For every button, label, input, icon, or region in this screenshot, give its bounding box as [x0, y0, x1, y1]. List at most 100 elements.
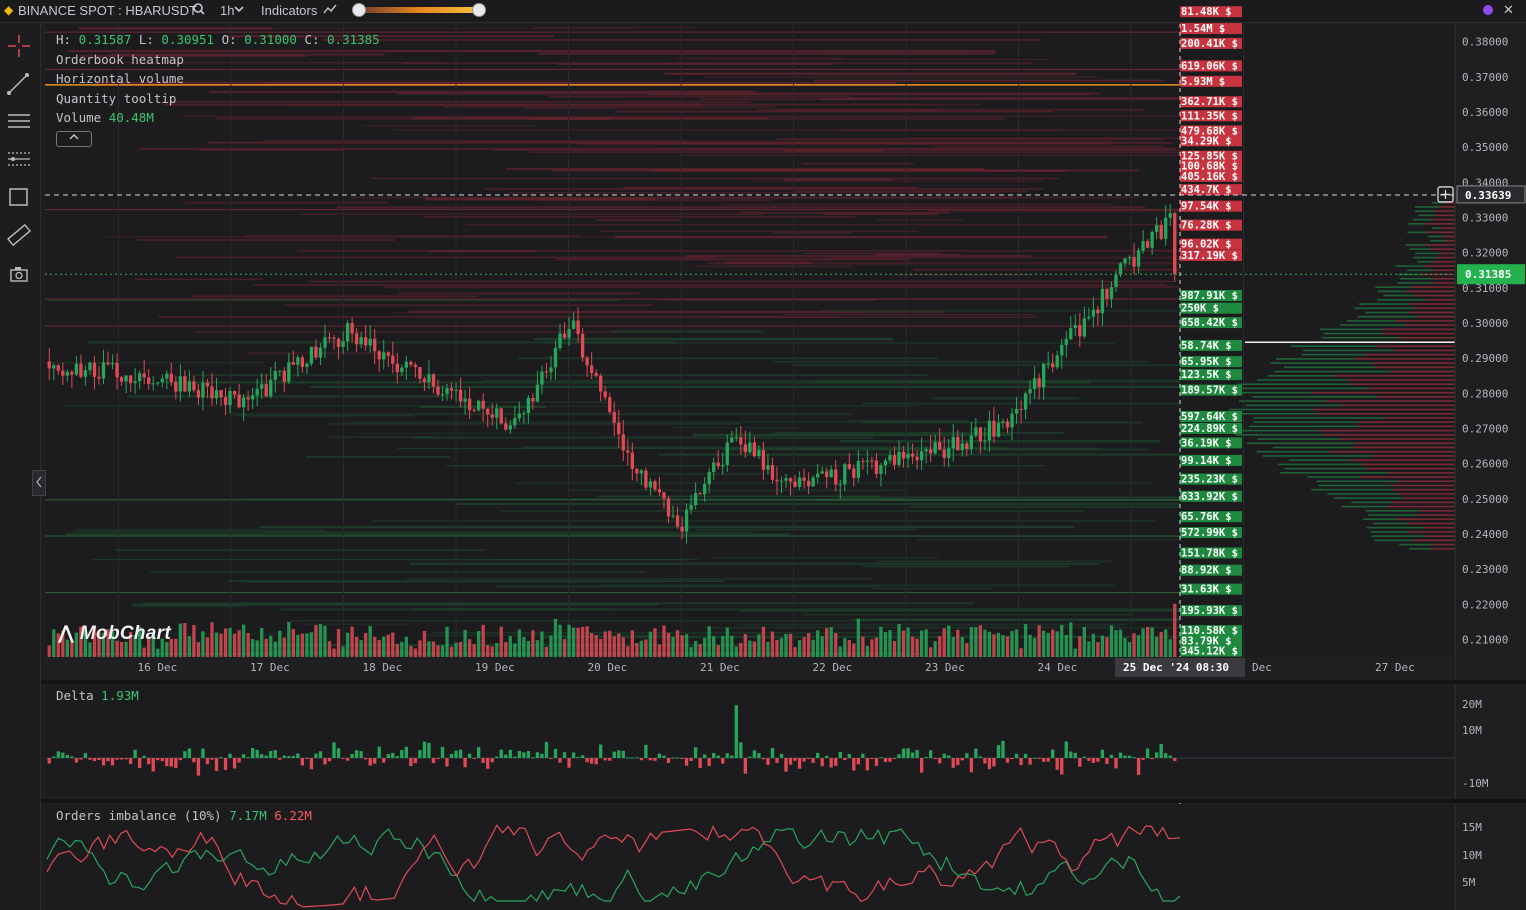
candle-body: [156, 382, 160, 384]
candle-body: [332, 337, 336, 339]
panel-separator[interactable]: [41, 680, 1526, 684]
hvol-bid-bar: [1301, 353, 1366, 356]
price-axis-bg: [1455, 24, 1526, 657]
hvol-bid-bar: [1245, 404, 1341, 407]
volume-bar: [901, 630, 906, 657]
hvol-bid-bar: [1279, 472, 1388, 474]
delta-bar: [332, 742, 336, 758]
delta-bar: [300, 758, 305, 766]
hvol-bid-bar: [1319, 328, 1383, 331]
volume-bar: [915, 638, 919, 657]
candle-body: [490, 414, 494, 418]
delta-bar: [1032, 757, 1037, 759]
candle-body: [680, 526, 684, 532]
legend-item-orderbook-heatmap[interactable]: Orderbook heatmap: [56, 50, 380, 70]
delta-bar: [1051, 749, 1055, 758]
last-price-text: 0.31385: [1465, 268, 1511, 281]
delta-bar: [612, 751, 616, 758]
delta-bar: [1109, 754, 1114, 758]
candle-body: [210, 386, 214, 399]
delta-bar: [508, 749, 512, 758]
volume-bar: [300, 633, 305, 657]
heatmap-level: [819, 310, 1180, 312]
candle-body: [1087, 316, 1091, 319]
panel-separator[interactable]: [41, 799, 1526, 803]
heatmap-level: [297, 250, 1181, 252]
candle-body: [734, 437, 738, 439]
hvol-bid-bar: [1365, 510, 1419, 512]
candle-body: [165, 373, 169, 379]
heatmap-level: [483, 379, 1180, 382]
price-chart[interactable]: 81.48K $ 1.54M $ 200.41K $ 619.06K $ 5.93M $…: [0, 0, 1526, 910]
delta-bar: [52, 756, 56, 758]
heatmap-level: [611, 330, 764, 333]
hvol-ask-bar: [1440, 227, 1455, 229]
candle-body: [1105, 288, 1109, 299]
delta-bar: [996, 745, 1001, 758]
heatmap-level: [623, 186, 917, 189]
legend-item-quantity-tooltip[interactable]: Quantity tooltip: [56, 89, 380, 109]
volume-bar: [897, 623, 901, 657]
delta-bar: [1096, 758, 1100, 762]
volume-bar: [359, 640, 363, 657]
heatmap-level: [694, 265, 853, 267]
legend-item-volume[interactable]: Volume 40.48M: [56, 108, 380, 128]
volume-bar: [477, 630, 481, 657]
volume-bar: [1023, 624, 1028, 657]
hvol-bid-bar: [1311, 488, 1393, 491]
candle-body: [793, 481, 797, 487]
volume-bar: [1105, 637, 1109, 657]
volume-bar: [865, 645, 870, 657]
hvol-bid-bar: [1284, 467, 1367, 470]
hvol-bid-bar: [1318, 484, 1391, 487]
ask-label-text: 200.41K $: [1181, 38, 1238, 50]
volume-bar: [951, 636, 955, 657]
hvol-ask-bar: [1418, 510, 1455, 512]
collapse-legend-button[interactable]: [56, 131, 92, 147]
ask-level-label: 111.35K $: [1180, 110, 1242, 122]
delta-bar: [83, 752, 88, 758]
delta-bar: [571, 752, 576, 758]
volume-bar: [847, 640, 851, 657]
heatmap-level: [199, 148, 344, 151]
delta-bar: [942, 753, 946, 758]
heatmap-level: [682, 154, 1180, 156]
candle-body: [739, 437, 743, 445]
bid-level-label: 151.78K $: [1180, 547, 1242, 559]
heatmap-level: [917, 539, 1180, 541]
delta-pane-background: [45, 685, 1455, 797]
delta-bar: [395, 756, 399, 758]
candle-body: [933, 442, 937, 454]
heatmap-level: [506, 168, 985, 171]
delta-bar: [883, 758, 888, 762]
ask-label-text: 81.48K $: [1181, 6, 1232, 18]
candle-body: [88, 362, 92, 371]
candle-body: [874, 460, 879, 474]
volume-bar: [693, 641, 698, 657]
candle: [499, 407, 503, 425]
delta-bar: [1014, 753, 1019, 758]
candle-body: [187, 381, 192, 392]
candle-body: [440, 394, 445, 396]
bid-level-label: 597.64K $: [1180, 410, 1242, 423]
hvol-bid-bar: [1354, 307, 1415, 310]
heatmap-level: [409, 562, 1100, 565]
delta-bar: [1005, 758, 1010, 763]
heatmap-level: [555, 258, 911, 261]
volume-bar: [427, 641, 431, 657]
toggle-toolbar-button[interactable]: [32, 470, 46, 496]
hvol-bid-bar: [1234, 429, 1319, 432]
candle-body: [843, 464, 847, 485]
hvol-ask-bar: [1435, 214, 1455, 217]
delta-bar: [992, 758, 996, 767]
delta-bar: [1055, 758, 1059, 770]
volume-bar: [947, 625, 951, 657]
ask-level-label: 200.41K $: [1180, 37, 1242, 50]
bid-level-label: 235.23K $: [1180, 473, 1242, 486]
delta-bar: [124, 758, 128, 760]
candle: [644, 467, 648, 491]
legend-item-horizontal-volume[interactable]: Horizontal volume: [56, 69, 380, 89]
open-value: 0.31000: [244, 32, 297, 47]
heatmap-level: [823, 53, 968, 55]
hvol-ask-bar: [1445, 239, 1455, 242]
